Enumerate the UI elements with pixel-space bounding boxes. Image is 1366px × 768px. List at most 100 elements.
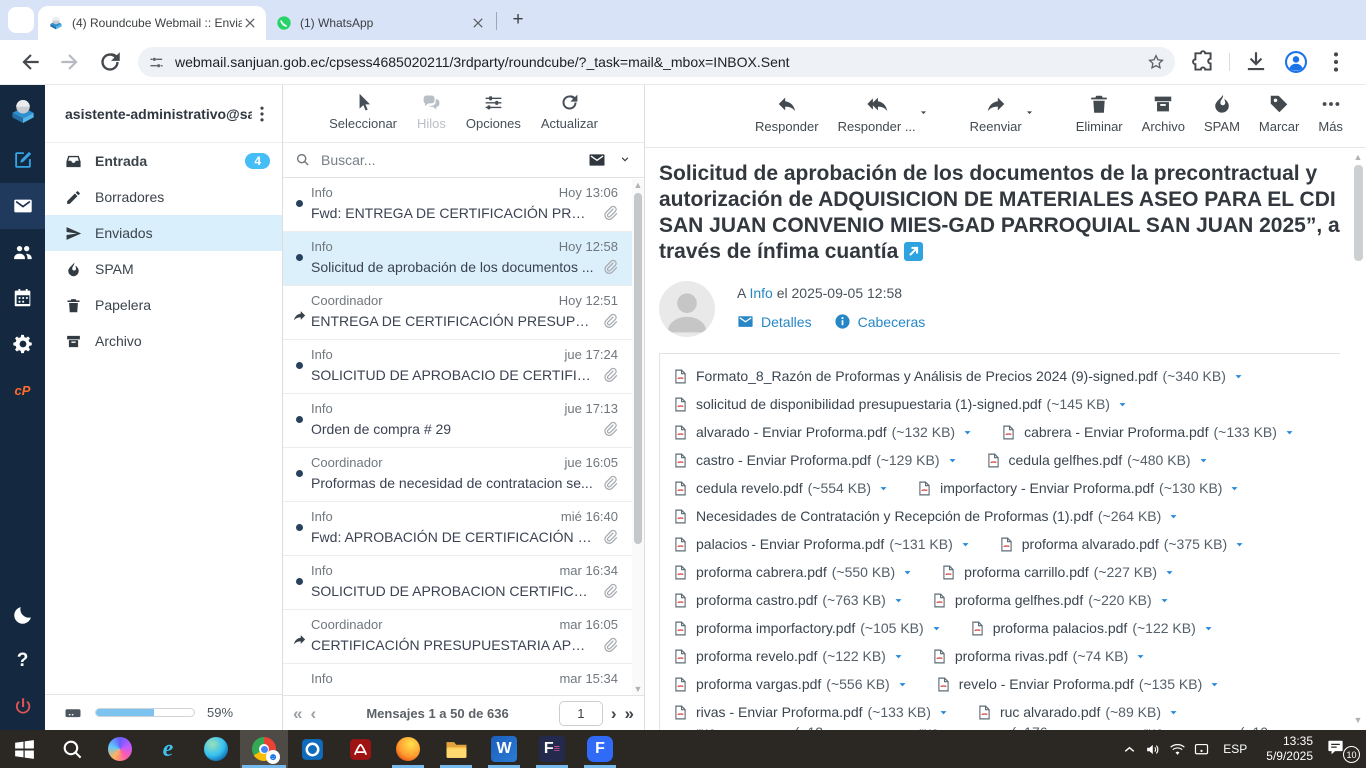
bookmark-star-icon[interactable] — [1147, 53, 1165, 71]
attachment-menu-chevron-icon[interactable] — [1202, 622, 1215, 635]
attachment-menu-chevron-icon[interactable] — [961, 426, 974, 439]
settings-nav[interactable] — [0, 321, 45, 367]
message-row[interactable]: Infojue 17:13Orden de compra # 29 — [283, 394, 644, 448]
attachment-menu-chevron-icon[interactable] — [896, 678, 909, 691]
scroll-up-icon[interactable]: ▲ — [1354, 151, 1363, 163]
attachment-menu-chevron-icon[interactable] — [1167, 510, 1180, 523]
chrome-app[interactable]: ☻ — [240, 730, 288, 768]
folder-item-enviados[interactable]: Enviados — [45, 215, 282, 251]
attachment-menu-chevron-icon[interactable] — [959, 538, 972, 551]
internet-explorer-app[interactable]: e — [144, 730, 192, 768]
list-toolbar-hilos[interactable]: Hilos — [417, 92, 446, 131]
attachment-item[interactable]: cabrera - Enviar Proforma.pdf(~133 KB) — [1000, 424, 1296, 441]
attachment-name[interactable]: alvarado - Enviar Proforma.pdf — [696, 424, 887, 440]
logout-button[interactable] — [0, 684, 45, 730]
attachment-name[interactable]: proforma imporfactory.pdf — [696, 620, 855, 636]
contacts-nav[interactable] — [0, 229, 45, 275]
attachment-menu-chevron-icon[interactable] — [1232, 370, 1245, 383]
reload-button[interactable] — [97, 49, 123, 75]
message-row[interactable]: Infojue 17:24SOLICITUD DE APROBACIO DE C… — [283, 340, 644, 394]
attachment-item[interactable]: solicitud de disponibilidad presupuestar… — [672, 396, 1129, 413]
preview-scrollbar[interactable]: ▲ ▼ — [1352, 151, 1364, 726]
attachment-name[interactable]: Formato_8_Razón de Proformas y Análisis … — [696, 368, 1157, 384]
fs-app[interactable]: F≡ — [528, 730, 576, 768]
attachment-menu-chevron-icon[interactable] — [1116, 398, 1129, 411]
list-toolbar-opciones[interactable]: Opciones — [466, 92, 521, 131]
attachment-item[interactable]: proforma imporfactory.pdf(~105 KB) — [672, 620, 943, 637]
open-in-new-window-icon[interactable] — [904, 242, 923, 261]
attachment-name[interactable]: ruc alvarado.pdf — [1000, 704, 1100, 720]
file-explorer-app[interactable] — [432, 730, 480, 768]
list-scrollbar[interactable]: ▲ ▼ — [632, 179, 644, 695]
mail-toolbar-ms[interactable]: Más — [1318, 93, 1343, 134]
attachment-name[interactable]: cedula gelfhes.pdf — [1009, 452, 1123, 468]
attachment-menu-chevron-icon[interactable] — [1197, 454, 1210, 467]
search-scope-mail-icon[interactable] — [588, 151, 606, 169]
attachment-name[interactable]: Necesidades de Contratación y Recepción … — [696, 508, 1093, 524]
folder-item-entrada[interactable]: Entrada4 — [45, 143, 282, 179]
attachment-name[interactable]: proforma vargas.pdf — [696, 676, 821, 692]
attachment-item[interactable]: alvarado - Enviar Proforma.pdf(~132 KB) — [672, 424, 974, 441]
folder-item-archivo[interactable]: Archivo — [45, 323, 282, 359]
attachment-item[interactable]: proforma alvarado.pdf(~375 KB) — [998, 536, 1246, 553]
attachment-menu-chevron-icon[interactable] — [1134, 650, 1147, 663]
message-row[interactable]: Infomar 15:34 — [283, 664, 644, 695]
mail-toolbar-responder[interactable]: Responder — [755, 93, 819, 134]
site-info-icon[interactable] — [148, 54, 165, 71]
attachment-menu-chevron-icon[interactable] — [1233, 538, 1246, 551]
attachment-item[interactable]: proforma carrillo.pdf(~227 KB) — [940, 564, 1176, 581]
folder-item-papelera[interactable]: Papelera — [45, 287, 282, 323]
profile-icon[interactable] — [1283, 49, 1309, 75]
window-close-button[interactable] — [1320, 0, 1366, 34]
last-page-button[interactable]: » — [625, 705, 634, 722]
downloads-icon[interactable] — [1243, 49, 1269, 75]
attachment-menu-chevron-icon[interactable] — [1208, 678, 1221, 691]
attachment-item[interactable]: proforma palacios.pdf(~122 KB) — [969, 620, 1215, 637]
attachment-name[interactable]: revelo - Enviar Proforma.pdf — [959, 676, 1134, 692]
volume-icon[interactable] — [1145, 741, 1162, 758]
list-toolbar-actualizar[interactable]: Actualizar — [541, 92, 598, 131]
attachment-item[interactable]: proforma cabrera.pdf(~550 KB) — [672, 564, 914, 581]
address-bar[interactable]: webmail.sanjuan.gob.ec/cpsess4685020211/… — [138, 47, 1175, 77]
help-button[interactable]: ? — [0, 638, 45, 684]
attachment-item[interactable]: cedula revelo.pdf(~554 KB) — [672, 480, 890, 497]
page-number-input[interactable]: 1 — [559, 701, 603, 726]
word-app[interactable]: W — [480, 730, 528, 768]
list-scroll-thumb[interactable] — [634, 193, 642, 544]
message-row[interactable]: Infomié 16:40Fwd: APROBACIÓN DE CERTIFIC… — [283, 502, 644, 556]
account-menu-icon[interactable] — [252, 104, 272, 124]
scroll-down-icon[interactable]: ▼ — [1354, 714, 1363, 726]
recipient-link[interactable]: Info — [749, 285, 772, 301]
prev-page-button[interactable]: ‹ — [310, 705, 316, 722]
attachment-name[interactable]: proforma rivas.pdf — [955, 648, 1068, 664]
forward-button[interactable] — [57, 49, 83, 75]
connect-icon[interactable] — [1193, 741, 1210, 758]
first-page-button[interactable]: « — [293, 705, 302, 722]
browser-tab[interactable]: (1) WhatsApp — [266, 6, 494, 40]
language-indicator[interactable]: ESP — [1217, 742, 1253, 756]
attachment-menu-chevron-icon[interactable] — [901, 566, 914, 579]
attachment-item[interactable]: palacios - Enviar Proforma.pdf(~131 KB) — [672, 536, 972, 553]
clock[interactable]: 13:35 5/9/2025 — [1260, 734, 1319, 764]
attachment-name[interactable]: cedula revelo.pdf — [696, 480, 803, 496]
acrobat-app[interactable] — [336, 730, 384, 768]
firefox-app[interactable] — [384, 730, 432, 768]
url-text[interactable]: webmail.sanjuan.gob.ec/cpsess4685020211/… — [175, 54, 1139, 70]
tab-close-icon[interactable] — [470, 15, 486, 31]
dropdown-chevron-icon[interactable] — [918, 107, 929, 118]
message-row[interactable]: Coordinadorjue 16:05Proformas de necesid… — [283, 448, 644, 502]
attachment-name[interactable]: imporfactory - Enviar Proforma.pdf — [940, 480, 1154, 496]
attachment-menu-chevron-icon[interactable] — [877, 482, 890, 495]
attachment-menu-chevron-icon[interactable] — [892, 650, 905, 663]
darkmode-toggle[interactable] — [0, 592, 45, 638]
dropdown-chevron-icon[interactable] — [1024, 107, 1035, 118]
mail-nav[interactable] — [0, 183, 45, 229]
new-tab-button[interactable]: + — [505, 7, 531, 33]
search-options-chevron-icon[interactable] — [618, 153, 632, 167]
attachment-menu-chevron-icon[interactable] — [1228, 482, 1241, 495]
taskbar-search[interactable] — [48, 730, 96, 768]
message-row[interactable]: InfoHoy 13:06Fwd: ENTREGA DE CERTIFICACI… — [283, 178, 644, 232]
message-row[interactable]: Infomar 16:34SOLICITUD DE APROBACION CER… — [283, 556, 644, 610]
edge-app[interactable] — [192, 730, 240, 768]
cpanel-link[interactable]: cP — [0, 367, 45, 413]
